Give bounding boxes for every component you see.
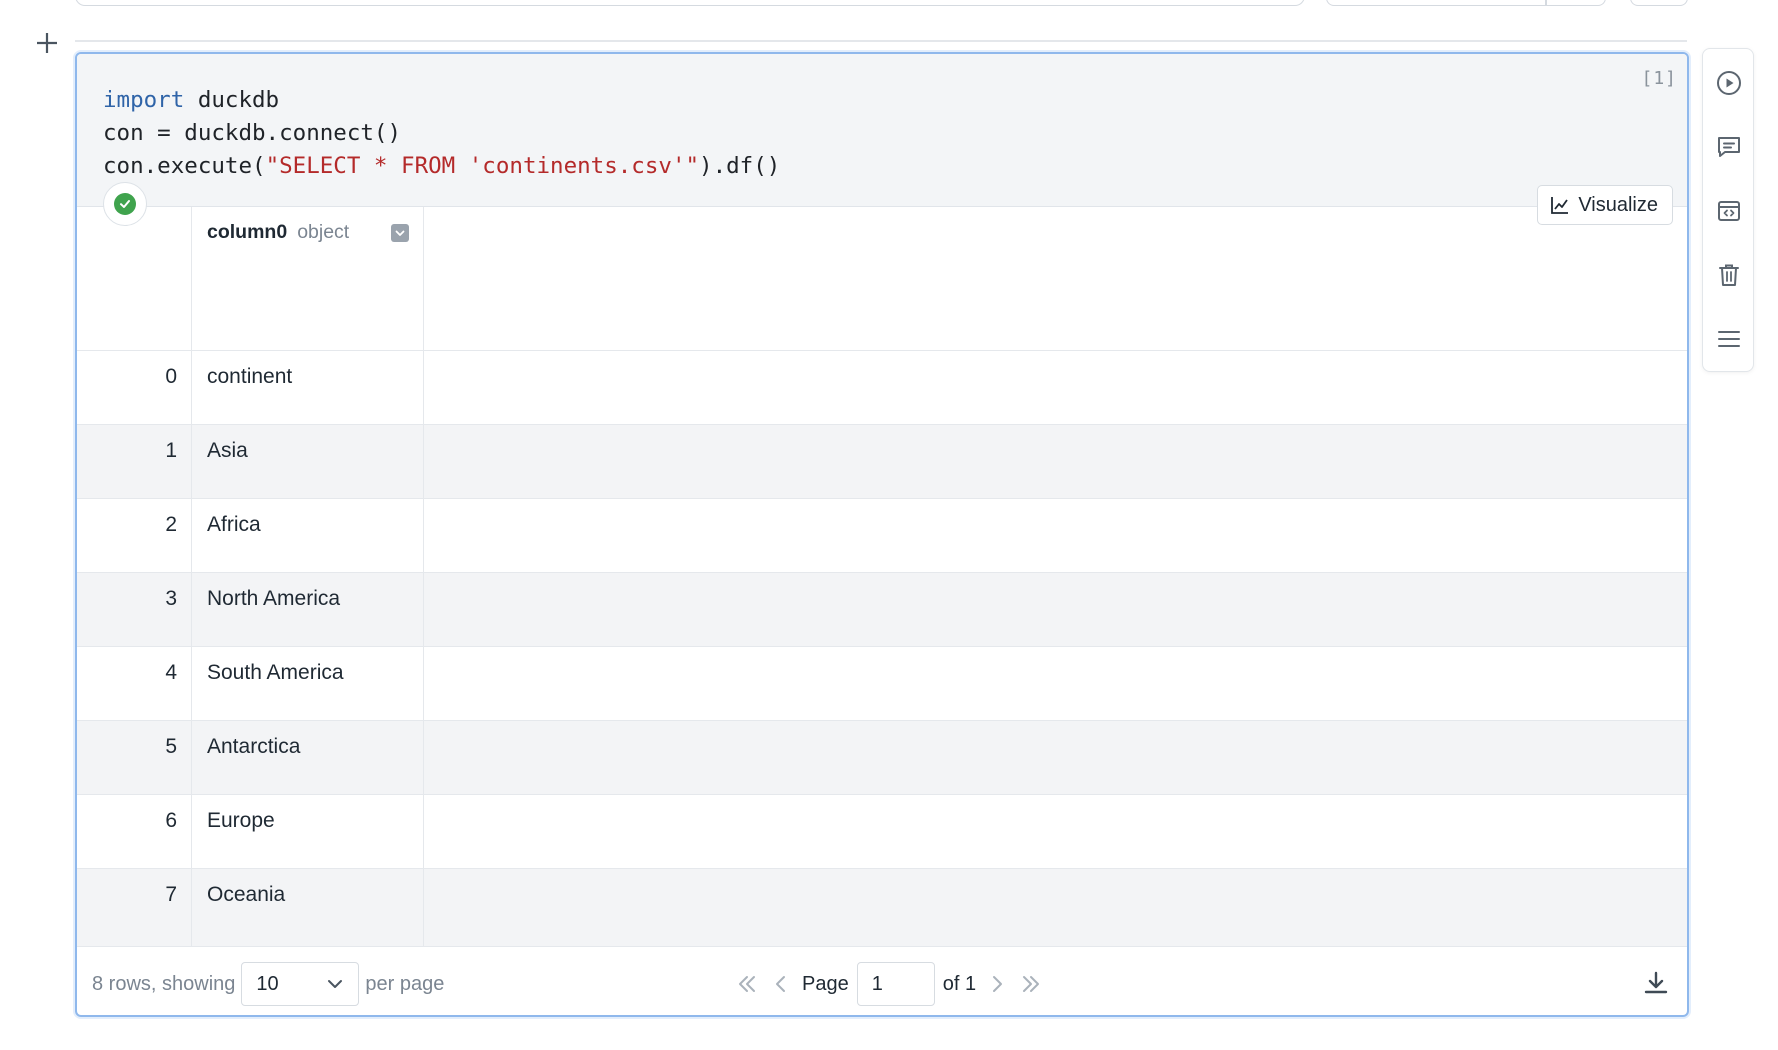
visualize-label: Visualize (1578, 193, 1658, 216)
row-index: 1 (77, 425, 192, 498)
per-page-value: 10 (256, 972, 279, 995)
code-string: "SELECT * FROM 'continents.csv'" (265, 153, 700, 179)
table-row: 6 Europe (77, 795, 1687, 869)
line-chart-icon (1551, 197, 1569, 214)
dataframe-table: column0 object 0 continent 1 Asia 2 Afri… (77, 206, 1687, 947)
visualize-button[interactable]: Visualize (1537, 185, 1673, 225)
column-name: column0 (207, 221, 288, 243)
code-line-1-rest: duckdb (184, 87, 280, 113)
add-cell-button[interactable] (30, 26, 64, 60)
table-row: 3 North America (77, 573, 1687, 647)
page-number-input[interactable]: 1 (856, 962, 935, 1006)
play-icon (1717, 71, 1741, 95)
download-icon (1644, 971, 1668, 994)
previous-button-fragment (1630, 0, 1688, 6)
row-index: 4 (77, 647, 192, 720)
row-index: 3 (77, 573, 192, 646)
page-number-value: 1 (871, 972, 883, 995)
cell-value: South America (192, 647, 424, 720)
row-index: 0 (77, 351, 192, 424)
code-line-3-post: ).df() (699, 153, 781, 179)
cell-value: Asia (192, 425, 424, 498)
table-row: 5 Antarctica (77, 721, 1687, 795)
previous-control-fragment (1326, 0, 1606, 6)
cell-value: Antarctica (192, 721, 424, 794)
cell-value: Oceania (192, 869, 424, 946)
cell-value: Europe (192, 795, 424, 868)
last-page-icon[interactable] (1018, 971, 1044, 997)
plus-icon (37, 33, 57, 53)
cell-menu-button[interactable] (1713, 323, 1745, 355)
code-keyword: import (103, 87, 185, 113)
run-status-indicator (103, 182, 147, 226)
row-index: 6 (77, 795, 192, 868)
first-page-icon[interactable] (734, 971, 760, 997)
chevron-down-icon (328, 980, 343, 988)
delete-cell-button[interactable] (1713, 259, 1745, 291)
row-index: 7 (77, 869, 192, 946)
column-menu-chevron-icon[interactable] (391, 224, 409, 242)
download-button[interactable] (1639, 966, 1673, 1000)
cell-toolbar (1702, 48, 1754, 372)
comment-button[interactable] (1713, 131, 1745, 163)
column-dtype: object (297, 221, 350, 243)
cell-value: Africa (192, 499, 424, 572)
table-row: 4 South America (77, 647, 1687, 721)
trash-icon (1719, 264, 1739, 286)
notebook-stage: import duckdb con = duckdb.connect() con… (0, 0, 1778, 1050)
code-editor[interactable]: import duckdb con = duckdb.connect() con… (77, 54, 1687, 206)
code-cell[interactable]: import duckdb con = duckdb.connect() con… (75, 52, 1689, 1017)
table-row: 1 Asia (77, 425, 1687, 499)
menu-icon (1718, 331, 1740, 347)
rows-summary: 8 rows, showing 10 per page (92, 962, 444, 1006)
toggle-code-button[interactable] (1713, 195, 1745, 227)
column-header[interactable]: column0 object (192, 207, 424, 350)
table-header-row: column0 object (77, 207, 1687, 351)
code-line-3-pre: con.execute( (103, 153, 266, 179)
execution-count: [1] (1641, 68, 1677, 89)
row-index: 5 (77, 721, 192, 794)
cell-divider (75, 40, 1687, 42)
cell-value: continent (192, 351, 424, 424)
previous-page-icon[interactable] (768, 971, 794, 997)
rows-count-text: 8 rows, showing (92, 972, 236, 995)
row-index: 2 (77, 499, 192, 572)
index-header (77, 207, 192, 350)
pagination: Page 1 of 1 (734, 962, 1044, 1006)
table-row: 7 Oceania (77, 869, 1687, 947)
code-line-2: con = duckdb.connect() (103, 120, 402, 146)
success-check-icon (114, 193, 136, 215)
code-text[interactable]: import duckdb con = duckdb.connect() con… (103, 84, 780, 183)
cell-value: North America (192, 573, 424, 646)
run-cell-button[interactable] (1713, 67, 1745, 99)
code-toggle-icon (1718, 201, 1740, 221)
previous-cell-fragment (75, 0, 1305, 6)
table-footer: 8 rows, showing 10 per page Page 1 of 1 (77, 946, 1687, 1015)
next-page-icon[interactable] (984, 971, 1010, 997)
page-label: Page (802, 972, 849, 995)
comment-icon (1718, 137, 1740, 157)
per-page-text: per page (365, 972, 445, 995)
table-row: 0 continent (77, 351, 1687, 425)
per-page-select[interactable]: 10 (241, 962, 360, 1006)
table-row: 2 Africa (77, 499, 1687, 573)
page-total-text: of 1 (942, 972, 977, 995)
